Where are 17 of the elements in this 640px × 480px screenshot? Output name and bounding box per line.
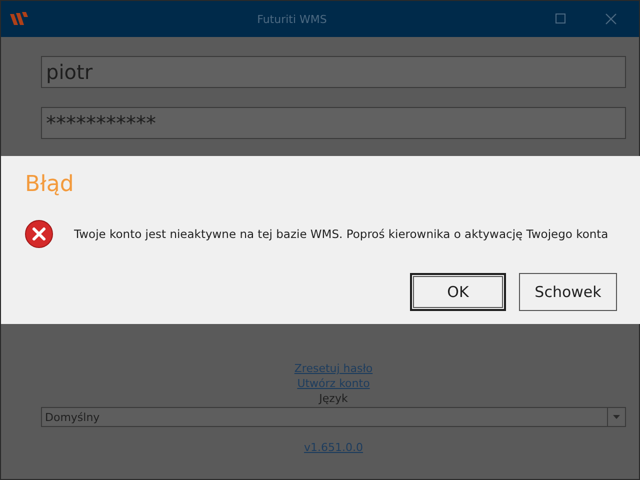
error-message: Twoje konto jest nieaktywne na tej bazie WMS. Poproś kierownika o aktywację Twojego konta: [74, 227, 608, 241]
app-logo-icon: [9, 11, 29, 27]
maximize-icon[interactable]: [555, 13, 567, 25]
username-field[interactable]: piotr: [41, 56, 626, 88]
dialog-button[interactable]: Schowek: [519, 273, 617, 311]
error-icon: [24, 219, 54, 249]
version-link[interactable]: v1.651.0.0: [304, 441, 363, 454]
language-label: Język: [319, 392, 348, 405]
window-title: Futuriti WMS: [256, 12, 328, 26]
password-field[interactable]: ***********: [41, 107, 626, 139]
dialog-title: Błąd: [25, 172, 75, 197]
link[interactable]: Zresetuj hasło: [294, 362, 373, 375]
link[interactable]: Utwórz konto: [297, 377, 370, 390]
close-icon[interactable]: [605, 13, 617, 25]
dialog-button[interactable]: OK: [410, 273, 506, 311]
language-dropdown[interactable]: Domyślny: [41, 407, 626, 427]
caret-icon: [613, 415, 620, 419]
